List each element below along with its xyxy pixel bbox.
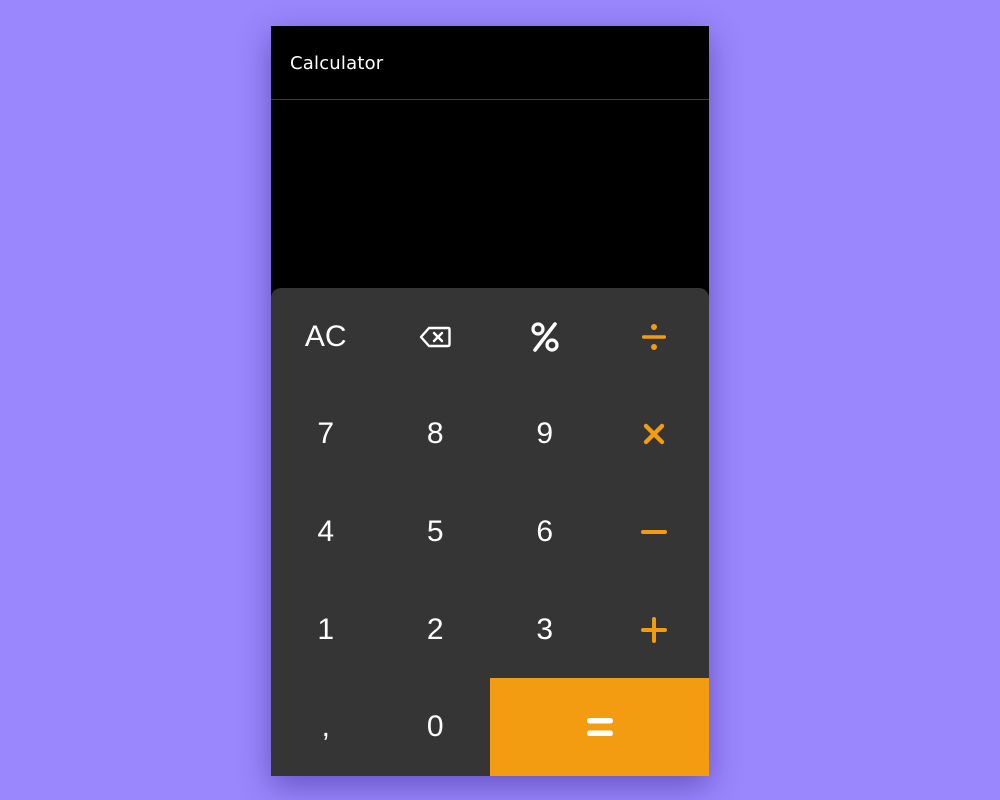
percent-icon	[531, 321, 559, 352]
divide-icon	[642, 323, 667, 350]
comma-button[interactable]: ,	[271, 678, 381, 776]
backspace-icon	[420, 326, 451, 347]
plus-icon	[641, 616, 668, 643]
key-2[interactable]: 2	[381, 581, 491, 679]
calculator-window: Calculator AC 7 8 9 4 5 6 1 2 3 , 0	[271, 26, 709, 776]
key-5[interactable]: 5	[381, 483, 491, 581]
minus-icon	[641, 529, 668, 534]
backspace-button[interactable]	[381, 288, 491, 386]
percent-button[interactable]	[490, 288, 600, 386]
result-display	[271, 101, 709, 288]
divide-button[interactable]	[600, 288, 710, 386]
plus-button[interactable]	[600, 581, 710, 679]
keypad: AC 7 8 9 4 5 6 1 2 3 , 0	[271, 288, 709, 776]
key-4[interactable]: 4	[271, 483, 381, 581]
key-6[interactable]: 6	[490, 483, 600, 581]
equals-button[interactable]	[490, 678, 709, 776]
multiply-icon	[644, 424, 665, 445]
key-1[interactable]: 1	[271, 581, 381, 679]
equals-icon	[586, 718, 613, 737]
key-9[interactable]: 9	[490, 386, 600, 484]
multiply-button[interactable]	[600, 386, 710, 484]
app-title: Calculator	[290, 53, 384, 74]
clear-button[interactable]: AC	[271, 288, 381, 386]
key-3[interactable]: 3	[490, 581, 600, 679]
key-0[interactable]: 0	[381, 678, 491, 776]
key-8[interactable]: 8	[381, 386, 491, 484]
key-7[interactable]: 7	[271, 386, 381, 484]
title-bar: Calculator	[271, 26, 709, 100]
minus-button[interactable]	[600, 483, 710, 581]
